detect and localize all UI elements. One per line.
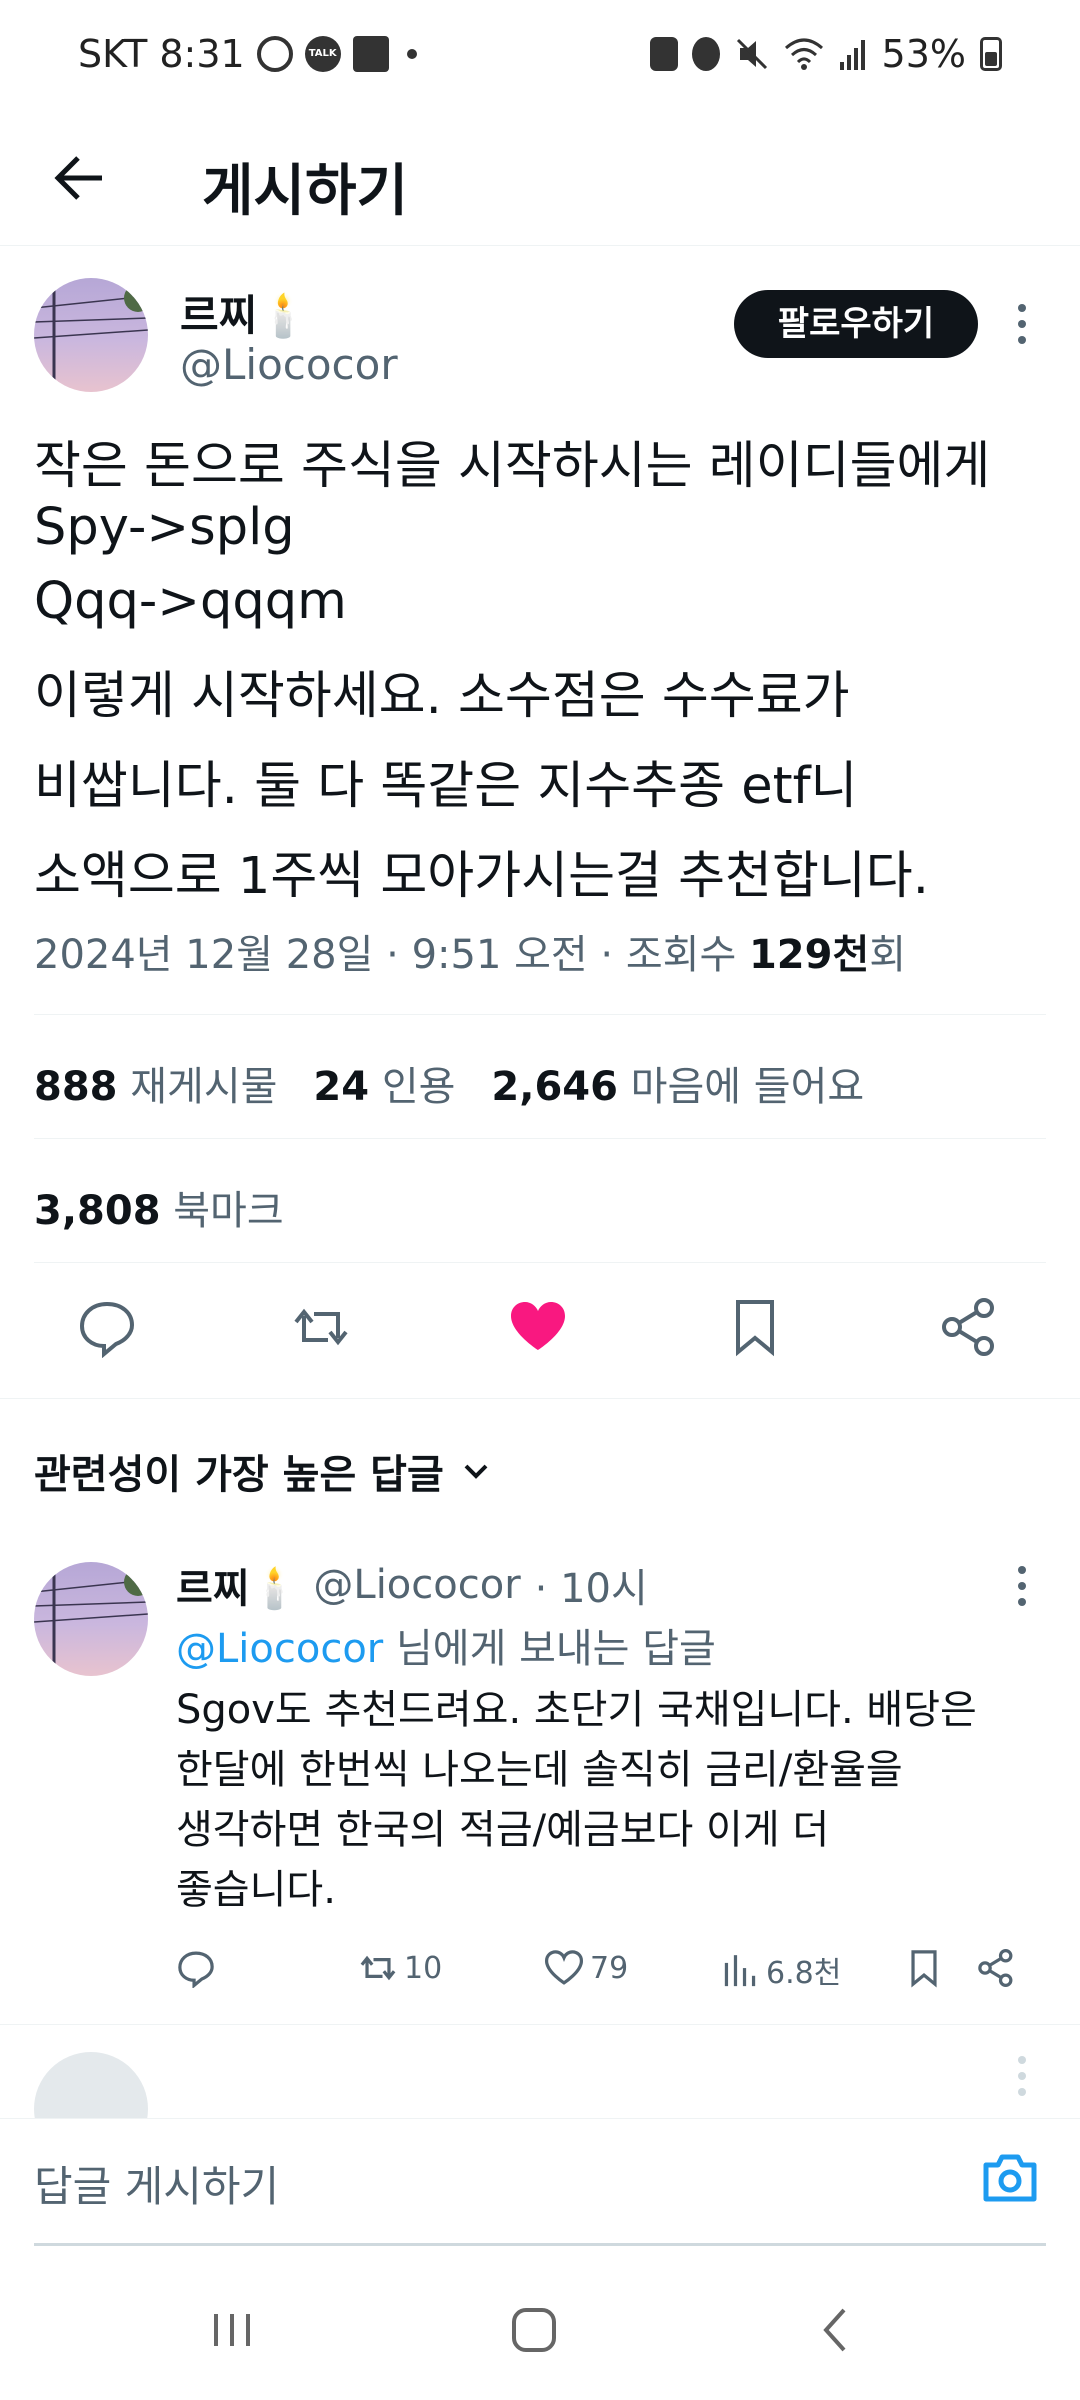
recent-apps-icon[interactable]: [202, 2300, 262, 2360]
next-reply-more-icon: [1018, 2056, 1026, 2096]
reply-time: · 10시: [534, 1566, 648, 1612]
reposts-stat[interactable]: 888 재게시물: [34, 1054, 277, 1112]
post-text-line: 작은 돈으로 주식을 시작하시는 레이디들에게: [34, 437, 991, 496]
reply-sort-label: 관련성이 가장 높은 답글: [34, 1452, 444, 1498]
signal-icon: [839, 40, 865, 70]
wifi-icon: [784, 38, 823, 70]
quotes-stat[interactable]: 24 인용: [313, 1054, 455, 1112]
post-avatar[interactable]: [34, 278, 148, 392]
reply-text-line: Sgov도 추천드려요. 초단기 국채입니다. 배당은: [176, 1687, 977, 1733]
battery-percent: 53%: [881, 32, 966, 76]
post-text-line: 이렇게 시작하세요. 소수점은 수수료가: [34, 667, 850, 726]
alarm-icon: [691, 37, 720, 71]
nfc-icon: [649, 37, 678, 71]
bookmark-icon[interactable]: [724, 1296, 786, 1358]
likes-stat[interactable]: 2,646 마음에 들어요: [491, 1054, 864, 1112]
post-text-line: 비쌉니다. 둘 다 똑같은 지수추종 etf니: [34, 757, 858, 816]
views-chart-icon: [724, 1955, 756, 1987]
like-filled-icon[interactable]: [507, 1296, 569, 1358]
post-timestamp: 2024년 12월 28일 · 9:51 오전 · 조회수: [34, 932, 749, 978]
home-icon[interactable]: [504, 2300, 564, 2360]
battery-icon: [980, 37, 1002, 71]
reply-repost-button[interactable]: 10: [358, 1948, 442, 1988]
reply-icon: [178, 1951, 214, 1988]
reply-actions: 10 79 6.8천: [176, 1948, 1036, 1998]
post-stats: 888 재게시물 24 인용 2,646 마음에 들어요: [34, 1054, 864, 1112]
reply-reply-button[interactable]: [176, 1948, 216, 1988]
share-icon[interactable]: [938, 1296, 1000, 1358]
reply-view-count: 6.8천: [766, 1956, 842, 1991]
mute-icon: [736, 38, 767, 70]
camera-icon[interactable]: [980, 2147, 1040, 2207]
status-bar: SKT 8:31 TALK 53%: [0, 0, 1080, 118]
reply-compose-bar[interactable]: 답글 게시하기: [0, 2118, 1080, 2250]
reply-to-link[interactable]: @Liococor: [176, 1626, 383, 1672]
repost-icon[interactable]: [290, 1296, 352, 1358]
post-text-line: Qqq->qqqm: [34, 572, 347, 631]
reply-like-count: 79: [590, 1950, 629, 1986]
post-author-name[interactable]: 르찌🕯️: [180, 282, 310, 343]
reply-avatar[interactable]: [34, 1562, 148, 1676]
reply-sort-dropdown[interactable]: 관련성이 가장 높은 답글: [34, 1442, 492, 1500]
chevron-down-icon: [464, 1464, 488, 1479]
reply-like-button[interactable]: 79: [544, 1948, 628, 1988]
reply-share-button[interactable]: [976, 1948, 1016, 1988]
sync-icon: [256, 36, 293, 72]
divider: [34, 1014, 1046, 1015]
heart-icon: [544, 1950, 584, 1985]
share-icon: [978, 1948, 1013, 1988]
status-left: SKT 8:31 TALK: [78, 32, 417, 76]
kakaotalk-icon: TALK: [304, 36, 341, 72]
reply-more-options-icon[interactable]: [1002, 1556, 1042, 1616]
page-title: 게시하기: [202, 159, 409, 224]
reply-to-suffix: 님에게 보내는 답글: [383, 1626, 716, 1672]
bookmark-icon: [911, 1950, 937, 1988]
divider: [34, 1138, 1046, 1139]
system-back-icon[interactable]: [806, 2300, 866, 2360]
reply-text-line: 생각하면 한국의 적금/예금보다 이게 더: [176, 1807, 830, 1853]
reply-bookmark-button[interactable]: [904, 1948, 944, 1988]
reply-header: 르찌🕯️ @Liococor · 10시: [176, 1556, 648, 1614]
follow-button[interactable]: 팔로우하기: [734, 290, 978, 358]
more-notifications-icon: [406, 49, 417, 59]
reply-text-line: 한달에 한번씩 나오는데 솔직히 금리/환율을: [176, 1747, 903, 1793]
divider: [34, 1262, 1046, 1263]
post-text-line: Spy->splg: [34, 498, 295, 557]
post-view-count: 129천: [748, 932, 870, 978]
mail-icon: [352, 36, 389, 72]
section-divider: [0, 2024, 1080, 2025]
post-text-line: 소액으로 1주씩 모아가시는걸 추천합니다.: [34, 847, 929, 906]
reply-views-button[interactable]: 6.8천: [720, 1948, 841, 1992]
carrier-time: SKT 8:31: [78, 32, 245, 76]
reply-to-line: @Liococor 님에게 보내는 답글: [176, 1616, 716, 1674]
system-nav-bar: [0, 2250, 1080, 2400]
post-actions: [0, 1296, 1080, 1366]
section-divider: [0, 1398, 1080, 1399]
bookmarks-stat[interactable]: 3,808 북마크: [34, 1178, 284, 1236]
post-view-suffix: 회: [869, 932, 907, 978]
reply-repost-count: 10: [404, 1950, 443, 1986]
status-right: 53%: [649, 32, 1002, 76]
repost-icon: [360, 1955, 396, 1981]
more-options-icon[interactable]: [1002, 294, 1042, 354]
reply-body: Sgov도 추천드려요. 초단기 국채입니다. 배당은 한달에 한번씩 나오는데…: [176, 1680, 1036, 1920]
post-meta: 2024년 12월 28일 · 9:51 오전 · 조회수 129천회: [34, 922, 906, 980]
compose-underline: [34, 2243, 1046, 2246]
post-author-handle[interactable]: @Liococor: [180, 340, 398, 389]
reply-author-name[interactable]: 르찌🕯️: [176, 1556, 299, 1614]
back-arrow-icon[interactable]: [50, 148, 110, 208]
reply-compose-input[interactable]: 답글 게시하기: [34, 2153, 279, 2214]
app-header: 게시하기: [0, 118, 1080, 246]
reply-text-line: 좋습니다.: [176, 1867, 336, 1913]
reply-icon[interactable]: [76, 1296, 138, 1358]
reply-author-handle[interactable]: @Liococor: [313, 1562, 520, 1608]
